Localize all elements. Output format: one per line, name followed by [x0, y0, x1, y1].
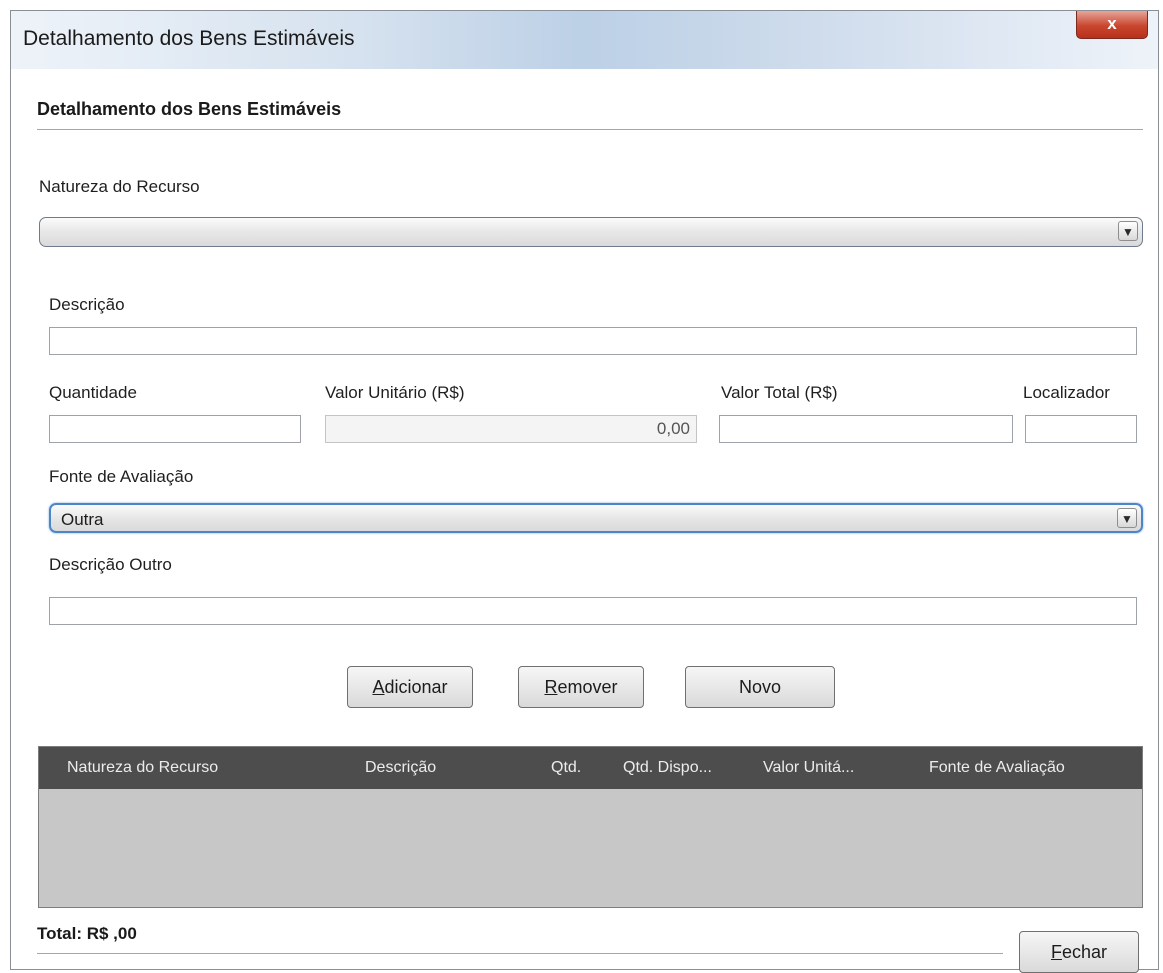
total-label: Total: R$ ,00 — [37, 924, 137, 943]
column-header[interactable]: Qtd. Dispo... — [623, 759, 712, 777]
fonte-select[interactable]: Outra ▼ — [49, 503, 1143, 533]
fonte-label: Fonte de Avaliação — [49, 467, 194, 486]
close-icon: x — [1107, 14, 1117, 33]
chevron-down-icon[interactable]: ▼ — [1117, 508, 1137, 528]
novo-button[interactable]: Novo — [685, 666, 835, 708]
adicionar-mnemonic: A — [372, 677, 385, 697]
valor-unitario-input[interactable]: 0,00 — [325, 415, 697, 443]
bens-table[interactable]: Natureza do Recurso Descrição Qtd. Qtd. … — [38, 746, 1143, 908]
table-header: Natureza do Recurso Descrição Qtd. Qtd. … — [39, 747, 1142, 789]
valor-total-label: Valor Total (R$) — [721, 383, 838, 402]
fechar-mnemonic: F — [1050, 942, 1062, 962]
dialog-content: Detalhamento dos Bens Estimáveis Naturez… — [11, 69, 1158, 973]
descricao-outro-input[interactable] — [49, 597, 1137, 625]
title-bar[interactable]: Detalhamento dos Bens Estimáveis x — [11, 11, 1158, 70]
window-title: Detalhamento dos Bens Estimáveis — [23, 27, 355, 50]
footer-divider — [37, 953, 1003, 954]
remover-button[interactable]: Remover — [518, 666, 644, 708]
descricao-input[interactable] — [49, 327, 1137, 355]
descricao-outro-label: Descrição Outro — [49, 555, 172, 574]
column-header[interactable]: Natureza do Recurso — [67, 759, 218, 777]
column-header[interactable]: Descrição — [365, 759, 436, 777]
adicionar-button[interactable]: Adicionar — [347, 666, 473, 708]
section-divider — [37, 129, 1143, 130]
dialog-window: Detalhamento dos Bens Estimáveis x Detal… — [10, 10, 1159, 973]
fechar-button[interactable]: Fechar — [1019, 931, 1139, 973]
column-header[interactable]: Fonte de Avaliação — [929, 759, 1065, 777]
column-header[interactable]: Valor Unitá... — [763, 759, 854, 777]
quantidade-label: Quantidade — [49, 383, 137, 402]
novo-label: Novo — [738, 677, 782, 697]
column-header[interactable]: Qtd. — [551, 759, 581, 777]
natureza-select[interactable]: ▼ — [39, 217, 1143, 247]
valor-unitario-label: Valor Unitário (R$) — [325, 383, 465, 402]
chevron-down-icon[interactable]: ▼ — [1118, 221, 1138, 241]
table-body — [39, 789, 1142, 907]
localizador-input[interactable] — [1025, 415, 1137, 443]
section-title: Detalhamento dos Bens Estimáveis — [37, 99, 342, 119]
quantidade-input[interactable] — [49, 415, 301, 443]
fechar-label: echar — [1061, 942, 1108, 962]
descricao-label: Descrição — [49, 295, 125, 314]
adicionar-label: dicionar — [384, 677, 448, 697]
close-button[interactable]: x — [1076, 11, 1148, 39]
natureza-label: Natureza do Recurso — [39, 177, 200, 196]
fonte-value: Outra — [61, 510, 104, 529]
localizador-label: Localizador — [1023, 383, 1110, 402]
remover-mnemonic: R — [544, 677, 558, 697]
remover-label: emover — [557, 677, 618, 697]
valor-total-input[interactable] — [719, 415, 1013, 443]
